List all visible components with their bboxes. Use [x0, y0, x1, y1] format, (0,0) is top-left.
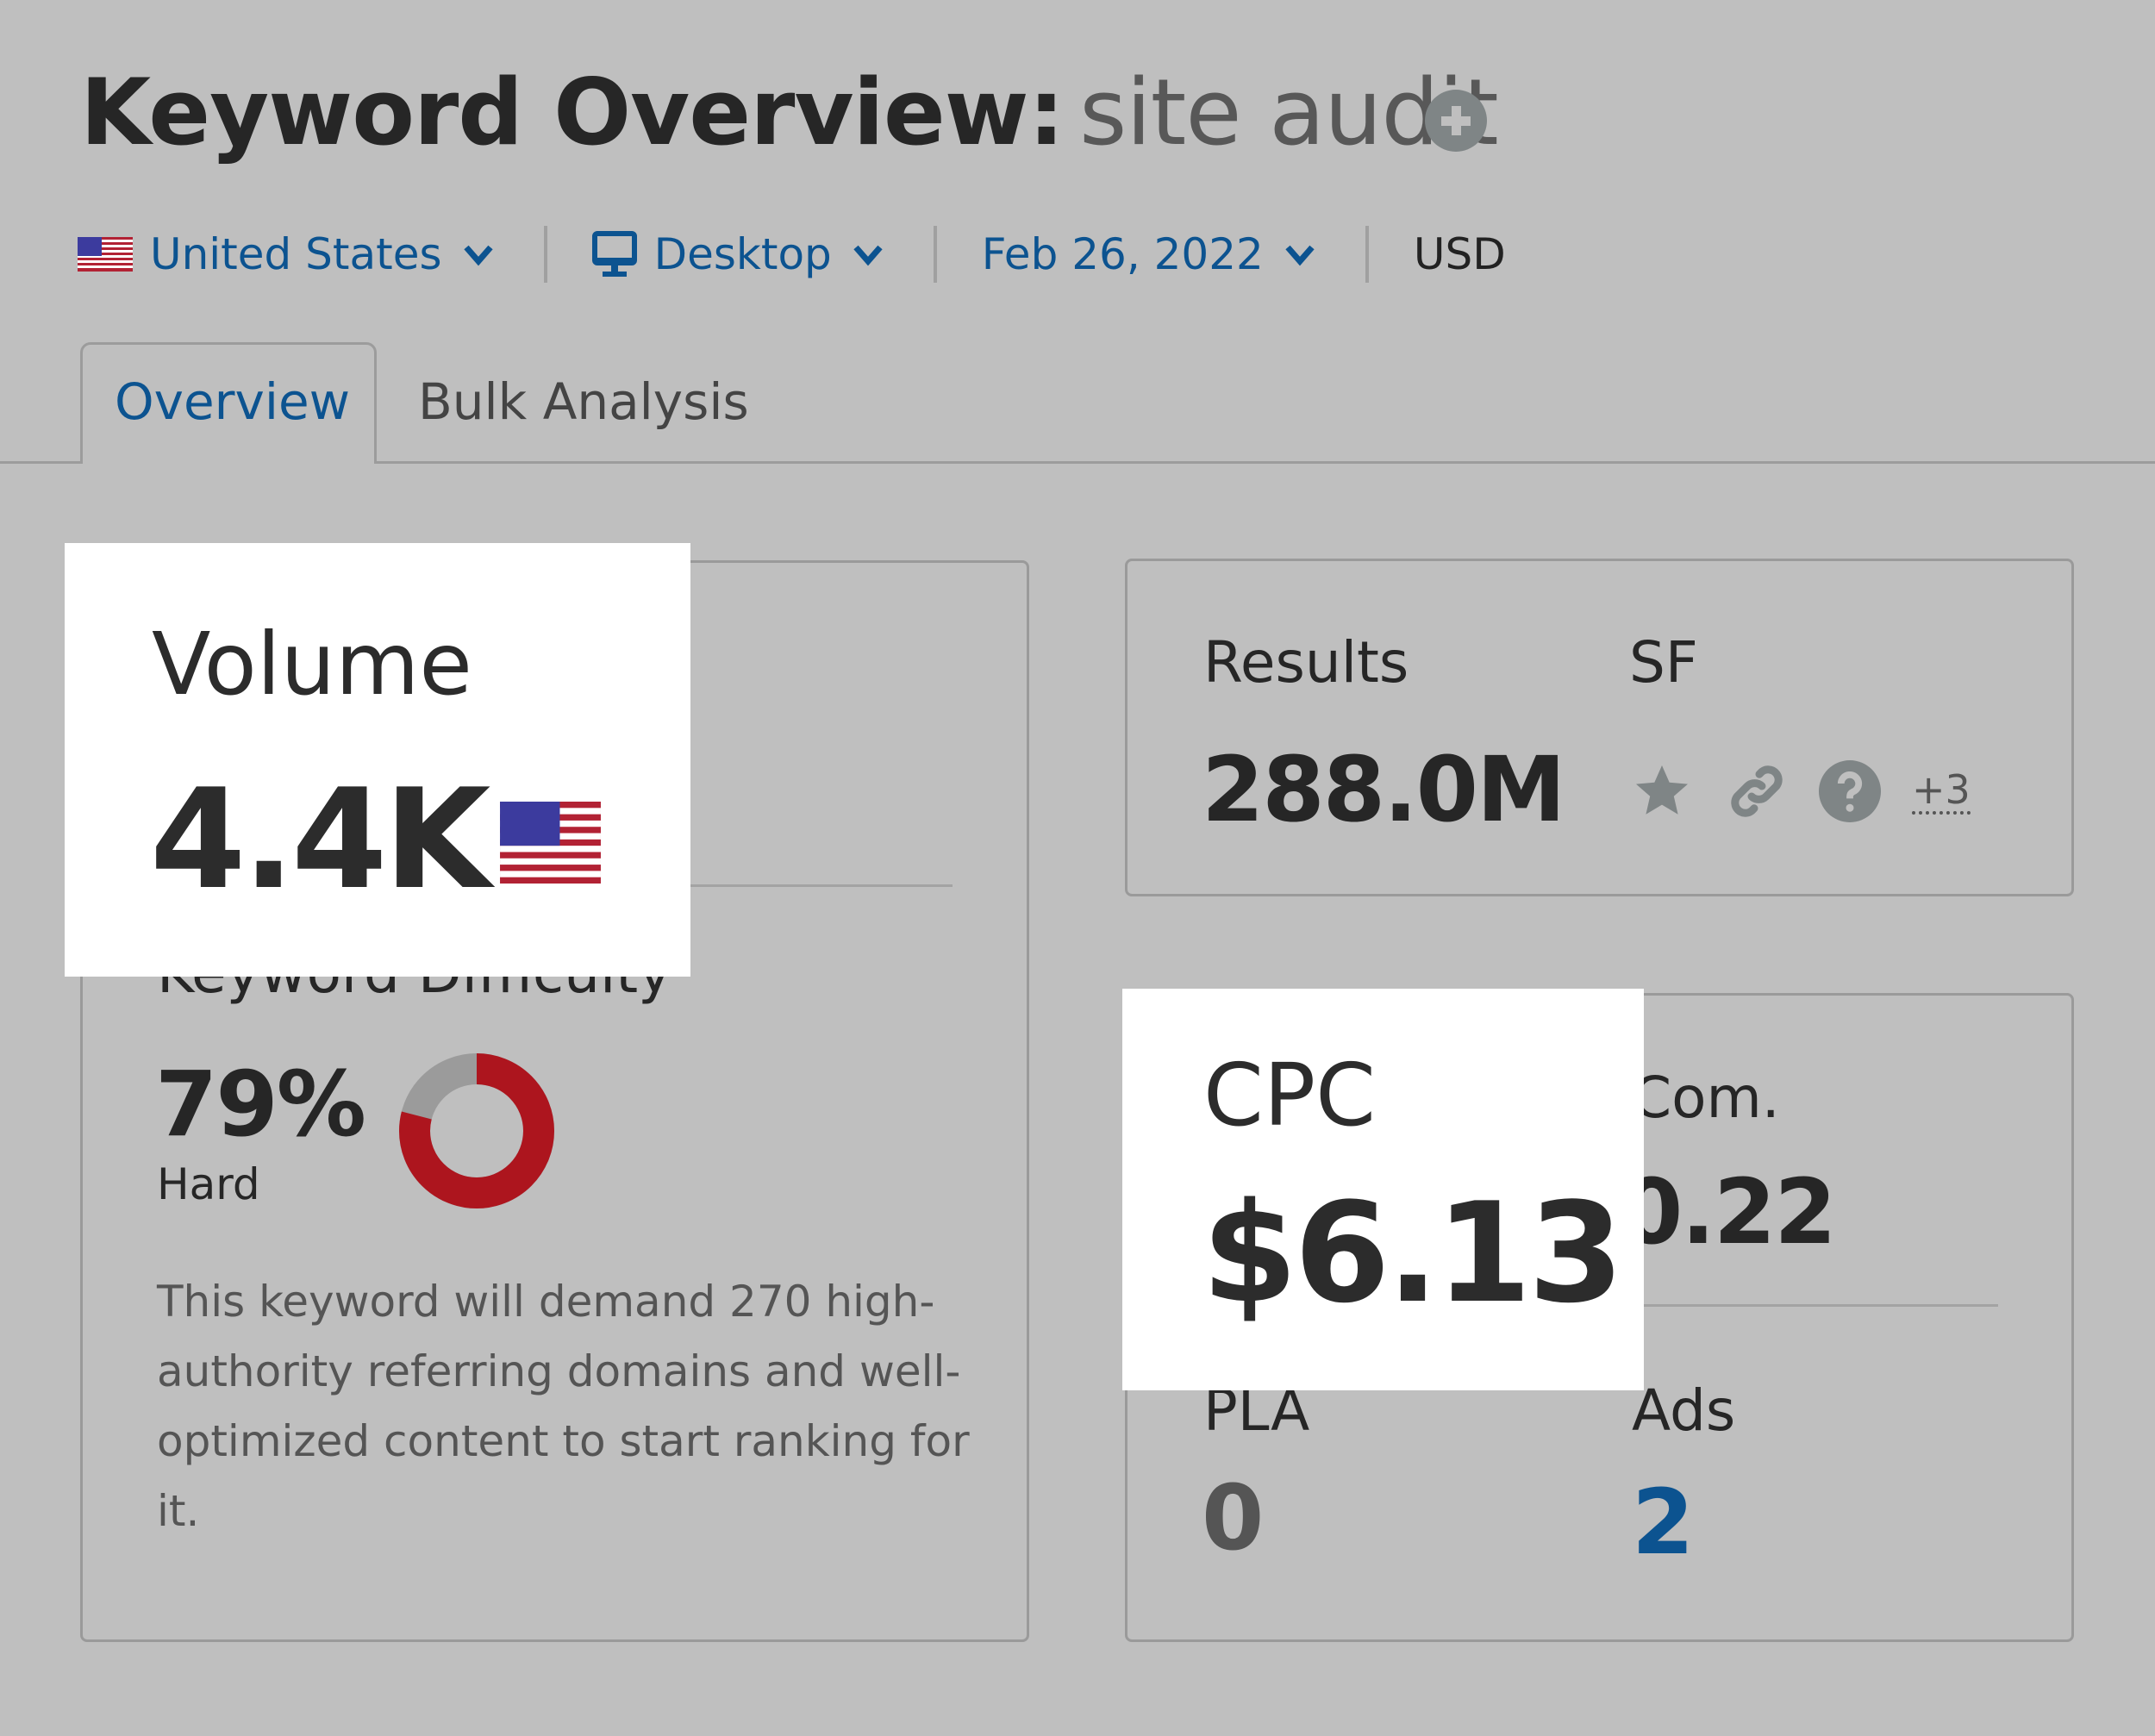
- results-card: [1125, 559, 2074, 896]
- cpc-label: CPC: [1203, 1045, 1376, 1146]
- keyword-difficulty-level: Hard: [157, 1159, 260, 1209]
- difficulty-donut: [399, 1053, 554, 1208]
- device-dropdown[interactable]: Desktop: [591, 229, 885, 279]
- results-label: Results: [1203, 629, 1409, 696]
- tab-overview-label[interactable]: Overview: [115, 372, 350, 431]
- filter-separator: [933, 226, 937, 283]
- ads-value[interactable]: 2: [1632, 1470, 1694, 1575]
- pla-value: 0: [1202, 1465, 1264, 1571]
- date-label: Feb 26, 2022: [981, 229, 1264, 279]
- serp-features-more[interactable]: +3: [1912, 768, 1971, 815]
- results-value: 288.0M: [1202, 737, 1565, 842]
- country-dropdown[interactable]: United States: [78, 229, 496, 279]
- serp-features-label: SF: [1629, 629, 1698, 696]
- filter-separator: [1365, 226, 1369, 283]
- help-circle-icon[interactable]: [1819, 760, 1881, 822]
- desktop-icon: [591, 231, 637, 277]
- chevron-down-icon: [463, 245, 493, 266]
- ads-label: Ads: [1632, 1377, 1736, 1444]
- filter-separator: [543, 226, 547, 283]
- competition-value: 0.22: [1621, 1159, 1837, 1265]
- volume-value: 4.4K: [150, 759, 490, 920]
- filter-bar: United States Desktop Feb 26, 2022 USD: [78, 226, 1506, 283]
- keyword-difficulty-description: This keyword will demand 270 high-author…: [157, 1277, 970, 1536]
- link-icon[interactable]: [1726, 760, 1788, 822]
- us-flag-icon: [500, 802, 601, 884]
- competition-label: Com.: [1632, 1065, 1780, 1131]
- volume-label: Volume: [152, 614, 472, 715]
- date-dropdown[interactable]: Feb 26, 2022: [982, 229, 1317, 279]
- keyword-difficulty-value: 79%: [155, 1052, 366, 1157]
- currency-label: USD: [1413, 229, 1506, 279]
- country-label: United States: [150, 229, 442, 279]
- page-title-prefix: Keyword Overview:: [80, 59, 1065, 165]
- cpc-value: $6.13: [1202, 1172, 1624, 1333]
- serp-features-list: +3: [1629, 760, 1971, 822]
- star-icon[interactable]: [1629, 760, 1695, 822]
- chevron-down-icon: [853, 245, 883, 266]
- plus-circle-icon[interactable]: [1425, 90, 1487, 152]
- device-label: Desktop: [653, 229, 832, 279]
- tab-bulk-analysis[interactable]: Bulk Analysis: [418, 372, 749, 431]
- page-title: Keyword Overview: site audit: [80, 57, 1499, 169]
- us-flag-icon: [78, 237, 133, 272]
- chevron-down-icon: [1285, 245, 1315, 266]
